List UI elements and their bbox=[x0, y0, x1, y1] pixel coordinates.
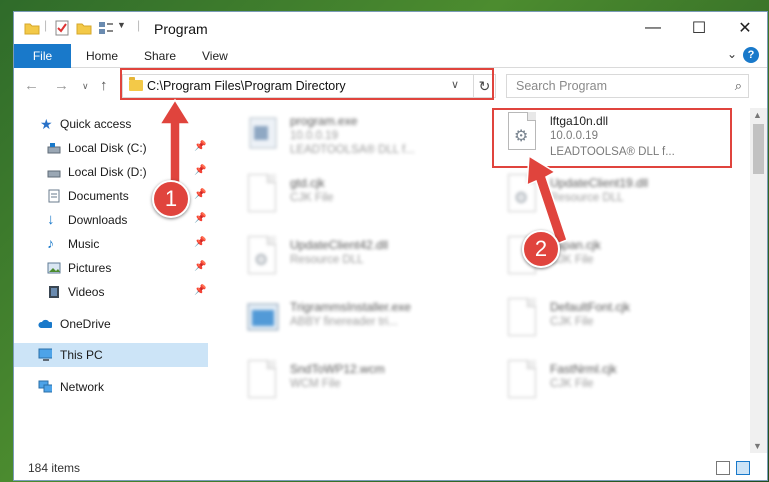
download-icon: ↓ bbox=[47, 211, 55, 228]
search-icon[interactable]: ⌕ bbox=[735, 78, 742, 94]
file-item[interactable]: program.exe 10.0.0.19 LEADTOOLSA® DLL f.… bbox=[232, 108, 472, 168]
ribbon-tabs: File Home Share View ⌄ ? bbox=[14, 44, 767, 68]
file-item[interactable]: FastNrml.cjk CJK File bbox=[492, 356, 732, 416]
sidebar-item-label: Local Disk (C:) bbox=[68, 141, 147, 155]
help-button[interactable]: ? bbox=[743, 47, 759, 63]
pc-icon bbox=[38, 348, 52, 361]
pin-icon[interactable]: 📌 bbox=[194, 237, 206, 248]
video-icon bbox=[49, 286, 59, 298]
search-box[interactable]: Search Program ⌕ bbox=[506, 74, 749, 98]
search-placeholder[interactable]: Search Program bbox=[516, 79, 607, 93]
sidebar-item-music[interactable]: ♪ Music 📌 bbox=[14, 232, 208, 256]
document-icon bbox=[504, 360, 540, 404]
status-bar: 184 items bbox=[14, 456, 767, 480]
file-name: gtd.cjk bbox=[290, 176, 325, 190]
folder-icon bbox=[24, 23, 40, 35]
back-arrow-icon[interactable]: ← bbox=[24, 77, 39, 94]
step-2-badge: 2 bbox=[522, 230, 560, 268]
sidebar-item-label: Downloads bbox=[68, 213, 128, 227]
pin-icon[interactable]: 📌 bbox=[194, 261, 206, 272]
file-detail: LEADTOOLSA® DLL f... bbox=[290, 144, 415, 156]
file-item[interactable]: TrigrammsInstaller.exe ABBY finereader t… bbox=[232, 294, 472, 354]
view-options-icon[interactable] bbox=[98, 20, 114, 38]
music-icon: ♪ bbox=[47, 235, 54, 251]
tab-home[interactable]: Home bbox=[86, 49, 118, 63]
pictures-icon bbox=[47, 262, 61, 274]
file-item[interactable]: DefaultFont.cjk CJK File bbox=[492, 294, 732, 354]
dll-gear-icon: ⚙ bbox=[244, 236, 280, 280]
cloud-icon bbox=[38, 319, 52, 328]
sidebar-item-network[interactable]: Network bbox=[14, 375, 208, 399]
file-detail: CJK File bbox=[550, 316, 594, 328]
recent-locations-chevron-icon[interactable]: ∨ bbox=[82, 81, 89, 92]
expand-ribbon-chevron-icon[interactable]: ⌄ bbox=[727, 47, 737, 61]
network-icon bbox=[38, 380, 52, 393]
drive-icon bbox=[47, 170, 61, 178]
separator: | bbox=[44, 18, 48, 32]
maximize-button[interactable]: ☐ bbox=[676, 12, 722, 44]
tab-view[interactable]: View bbox=[202, 49, 228, 63]
forward-arrow-icon[interactable]: → bbox=[54, 77, 69, 94]
sidebar-item-label: Music bbox=[68, 237, 100, 251]
file-name: DefaultFont.cjk bbox=[550, 300, 631, 314]
exe-icon bbox=[249, 117, 277, 149]
window-title: Program bbox=[154, 21, 208, 37]
scroll-down-arrow-icon[interactable]: ▼ bbox=[753, 441, 762, 451]
file-name: TrigrammsInstaller.exe bbox=[290, 300, 411, 314]
vertical-scrollbar[interactable]: ▲ ▼ bbox=[750, 108, 767, 453]
close-button[interactable]: ✕ bbox=[722, 12, 767, 44]
separator: | bbox=[137, 18, 141, 32]
installer-icon bbox=[247, 303, 279, 331]
sidebar-item-label: Quick access bbox=[60, 117, 132, 131]
minimize-button[interactable]: — bbox=[630, 12, 676, 44]
sidebar-item-label: Network bbox=[60, 380, 105, 394]
sidebar-item-pictures[interactable]: Pictures 📌 bbox=[14, 256, 208, 280]
properties-icon[interactable] bbox=[54, 20, 70, 38]
up-arrow-icon[interactable]: ↑ bbox=[100, 77, 108, 94]
tab-share[interactable]: Share bbox=[144, 49, 176, 63]
sidebar-item-label: Documents bbox=[68, 189, 129, 203]
file-item[interactable]: SndToWP12.wcm WCM File bbox=[232, 356, 472, 416]
drive-icon bbox=[47, 143, 61, 154]
sidebar-item-label: OneDrive bbox=[60, 317, 111, 331]
tab-file[interactable]: File bbox=[14, 44, 71, 68]
file-item[interactable]: gtd.cjk CJK File bbox=[232, 170, 472, 230]
sidebar-item-videos[interactable]: Videos 📌 bbox=[14, 280, 208, 304]
file-item[interactable]: ⚙ UpdateClient42.dll Resource DLL bbox=[232, 232, 472, 292]
sidebar-item-label: Local Disk (D:) bbox=[68, 165, 147, 179]
new-folder-icon[interactable] bbox=[76, 20, 92, 38]
details-view-icon[interactable] bbox=[716, 461, 730, 475]
title-bar: | ▼ | Program — ☐ ✕ bbox=[14, 12, 767, 44]
document-icon bbox=[244, 360, 280, 404]
document-icon bbox=[504, 298, 540, 342]
file-list: program.exe 10.0.0.19 LEADTOOLSA® DLL f.… bbox=[222, 108, 744, 453]
customize-toolbar-chevron-icon[interactable]: ▼ bbox=[117, 20, 126, 38]
scroll-up-arrow-icon[interactable]: ▲ bbox=[753, 110, 762, 120]
file-detail: Resource DLL bbox=[290, 254, 364, 266]
pin-icon[interactable]: 📌 bbox=[194, 285, 206, 296]
file-name: UpdateClient42.dll bbox=[290, 238, 389, 252]
file-name: SndToWP12.wcm bbox=[290, 362, 385, 376]
star-icon: ★ bbox=[40, 116, 53, 132]
file-name: program.exe bbox=[290, 114, 358, 128]
sidebar-item-label: Pictures bbox=[68, 261, 112, 275]
sidebar-item-onedrive[interactable]: OneDrive bbox=[14, 312, 208, 336]
step-1-badge: 1 bbox=[152, 180, 190, 218]
pin-icon[interactable]: 📌 bbox=[194, 213, 206, 224]
documents-icon bbox=[48, 189, 60, 203]
file-name: FastNrml.cjk bbox=[550, 362, 617, 376]
large-icons-view-icon[interactable] bbox=[736, 461, 750, 475]
sidebar-item-label: This PC bbox=[60, 348, 103, 362]
file-detail: CJK File bbox=[550, 378, 594, 390]
file-detail: CJK File bbox=[290, 192, 334, 204]
sidebar-item-label: Videos bbox=[68, 285, 105, 299]
file-detail: 10.0.0.19 bbox=[290, 130, 338, 142]
scroll-thumb[interactable] bbox=[753, 124, 764, 174]
file-detail: WCM File bbox=[290, 378, 341, 390]
file-detail: ABBY finereader tri... bbox=[290, 316, 398, 328]
sidebar-item-this-pc[interactable]: This PC bbox=[14, 343, 208, 367]
document-icon bbox=[244, 174, 280, 218]
item-count: 184 items bbox=[28, 461, 81, 475]
